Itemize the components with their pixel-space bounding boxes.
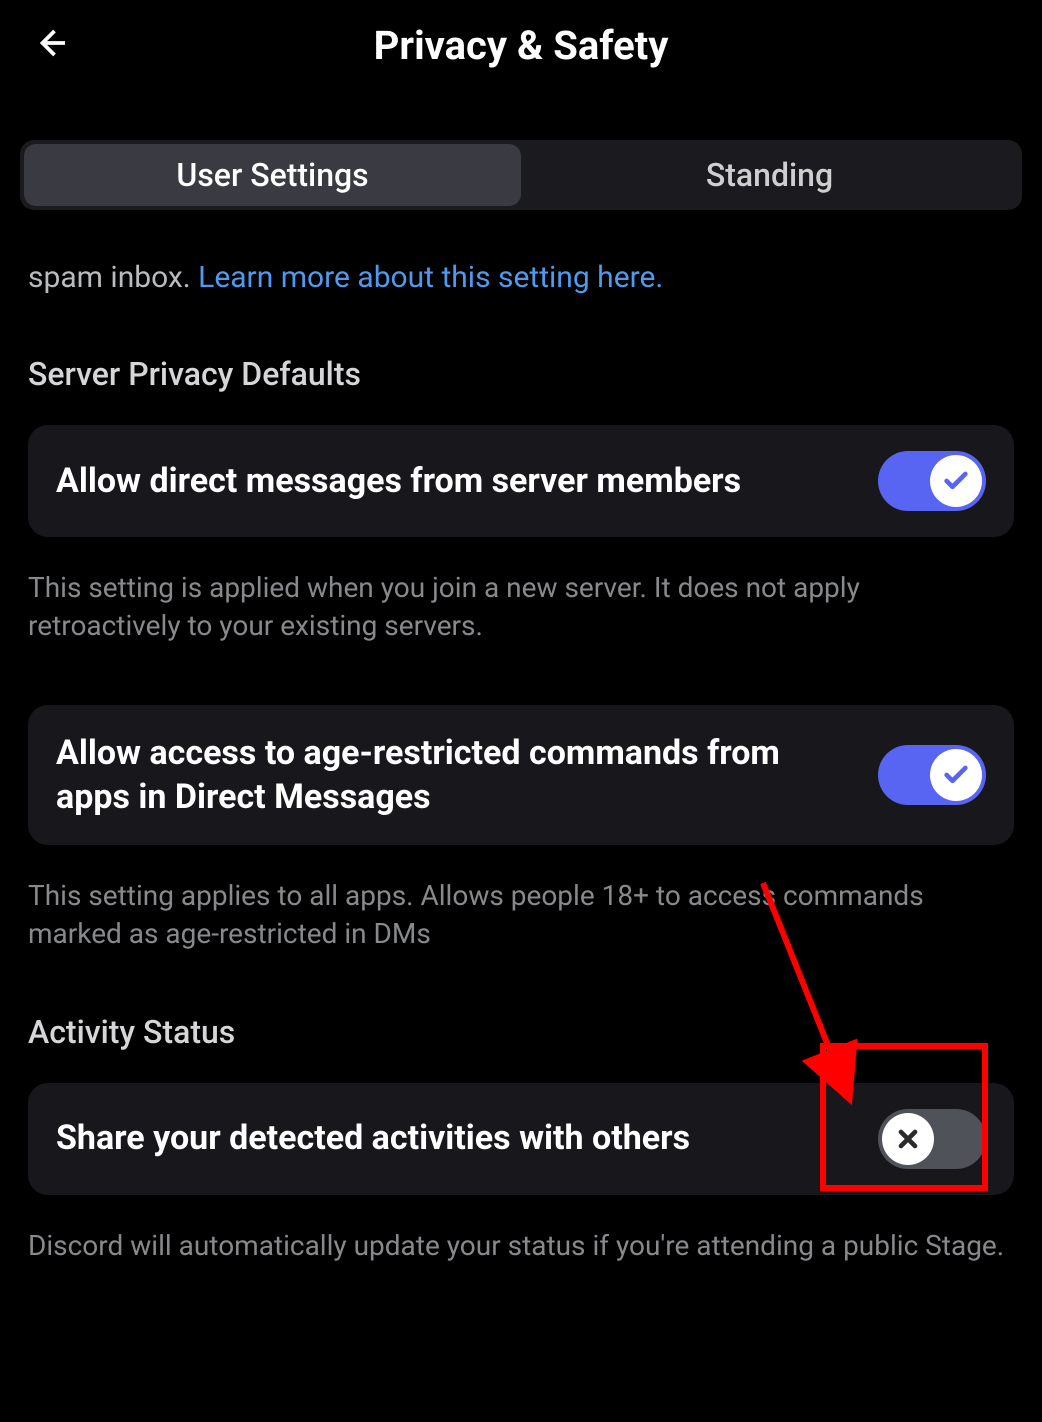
setting-description-age: This setting applies to all apps. Allows… bbox=[28, 877, 1014, 953]
content: spam inbox. Learn more about this settin… bbox=[0, 260, 1042, 1264]
page-title: Privacy & Safety bbox=[28, 22, 1014, 69]
activity-card-wrapper: Share your detected activities with othe… bbox=[28, 1083, 1014, 1195]
tabs-container: User Settings Standing bbox=[20, 140, 1022, 210]
toggle-allow-direct-messages[interactable] bbox=[878, 451, 986, 511]
setting-title: Allow direct messages from server member… bbox=[56, 459, 858, 503]
setting-title: Allow access to age-restricted commands … bbox=[56, 731, 858, 819]
setting-description-dm: This setting is applied when you join a … bbox=[28, 569, 1014, 645]
setting-description-activity: Discord will automatically update your s… bbox=[28, 1227, 1014, 1265]
spam-inbox-text: spam inbox. Learn more about this settin… bbox=[28, 260, 1014, 295]
arrow-left-icon bbox=[32, 25, 68, 61]
x-icon bbox=[894, 1125, 922, 1153]
header: Privacy & Safety bbox=[0, 0, 1042, 90]
tab-user-settings[interactable]: User Settings bbox=[24, 144, 521, 206]
tab-standing[interactable]: Standing bbox=[521, 144, 1018, 206]
section-server-privacy-defaults: Server Privacy Defaults bbox=[28, 355, 1014, 393]
toggle-knob bbox=[930, 749, 982, 801]
setting-allow-direct-messages[interactable]: Allow direct messages from server member… bbox=[28, 425, 1014, 537]
toggle-age-restricted[interactable] bbox=[878, 745, 986, 805]
setting-title: Share your detected activities with othe… bbox=[56, 1116, 858, 1160]
check-icon bbox=[942, 761, 970, 789]
toggle-share-activity[interactable] bbox=[878, 1109, 986, 1169]
spam-prefix: spam inbox. bbox=[28, 260, 198, 295]
section-activity-status: Activity Status bbox=[28, 1013, 1014, 1051]
toggle-knob bbox=[930, 455, 982, 507]
back-button[interactable] bbox=[32, 25, 68, 65]
setting-share-activity[interactable]: Share your detected activities with othe… bbox=[28, 1083, 1014, 1195]
learn-more-link[interactable]: Learn more about this setting here. bbox=[198, 260, 663, 295]
check-icon bbox=[942, 467, 970, 495]
toggle-knob bbox=[882, 1113, 934, 1165]
setting-age-restricted[interactable]: Allow access to age-restricted commands … bbox=[28, 705, 1014, 845]
